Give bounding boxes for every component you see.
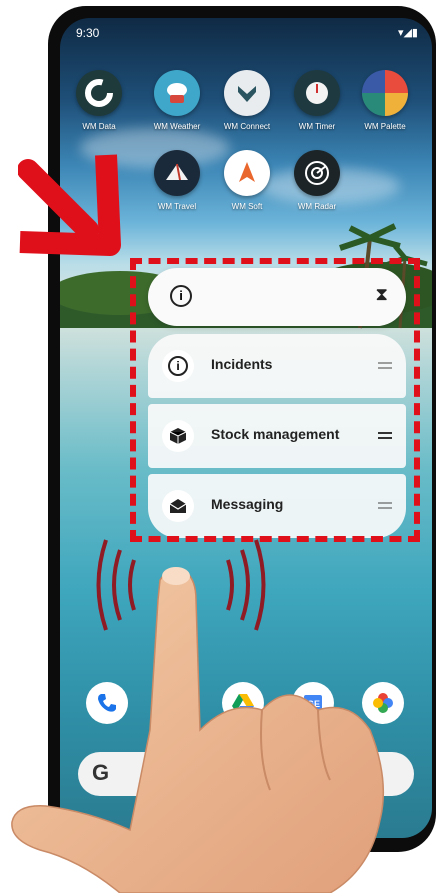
app-wm-timer[interactable]: WM Timer [282, 70, 352, 131]
arrow-icon [18, 154, 121, 256]
app-wm-weather[interactable]: WM Weather [142, 70, 212, 131]
app-label: WM Palette [364, 122, 406, 131]
app-label: WM Radar [297, 202, 337, 211]
wm-data-icon [76, 70, 122, 116]
wm-soft-icon [224, 150, 270, 196]
app-label: WM Weather [153, 122, 201, 131]
highlight-box [130, 258, 420, 542]
app-wm-palette[interactable]: WM Palette [350, 70, 420, 131]
status-icons: ▾◢▮ [397, 27, 418, 39]
wm-connect-icon [224, 70, 270, 116]
app-wm-radar[interactable]: WM Radar [282, 150, 352, 211]
app-wm-data[interactable]: WM Data [64, 70, 134, 131]
app-label: WM Data [82, 122, 116, 131]
app-label: WM Connect [223, 122, 271, 131]
pointing-hand-image [11, 567, 385, 893]
app-wm-soft[interactable]: WM Soft [212, 150, 282, 211]
app-label: WM Travel [157, 202, 197, 211]
wm-radar-icon [294, 150, 340, 196]
wm-travel-icon [154, 150, 200, 196]
app-label: WM Timer [298, 122, 336, 131]
app-wm-travel[interactable]: WM Travel [142, 150, 212, 211]
app-label: WM Soft [231, 202, 263, 211]
status-time: 9:30 [76, 26, 100, 40]
wm-timer-icon [294, 70, 340, 116]
wm-palette-icon [362, 70, 408, 116]
wm-weather-icon [154, 70, 200, 116]
app-wm-connect[interactable]: WM Connect [212, 70, 282, 131]
